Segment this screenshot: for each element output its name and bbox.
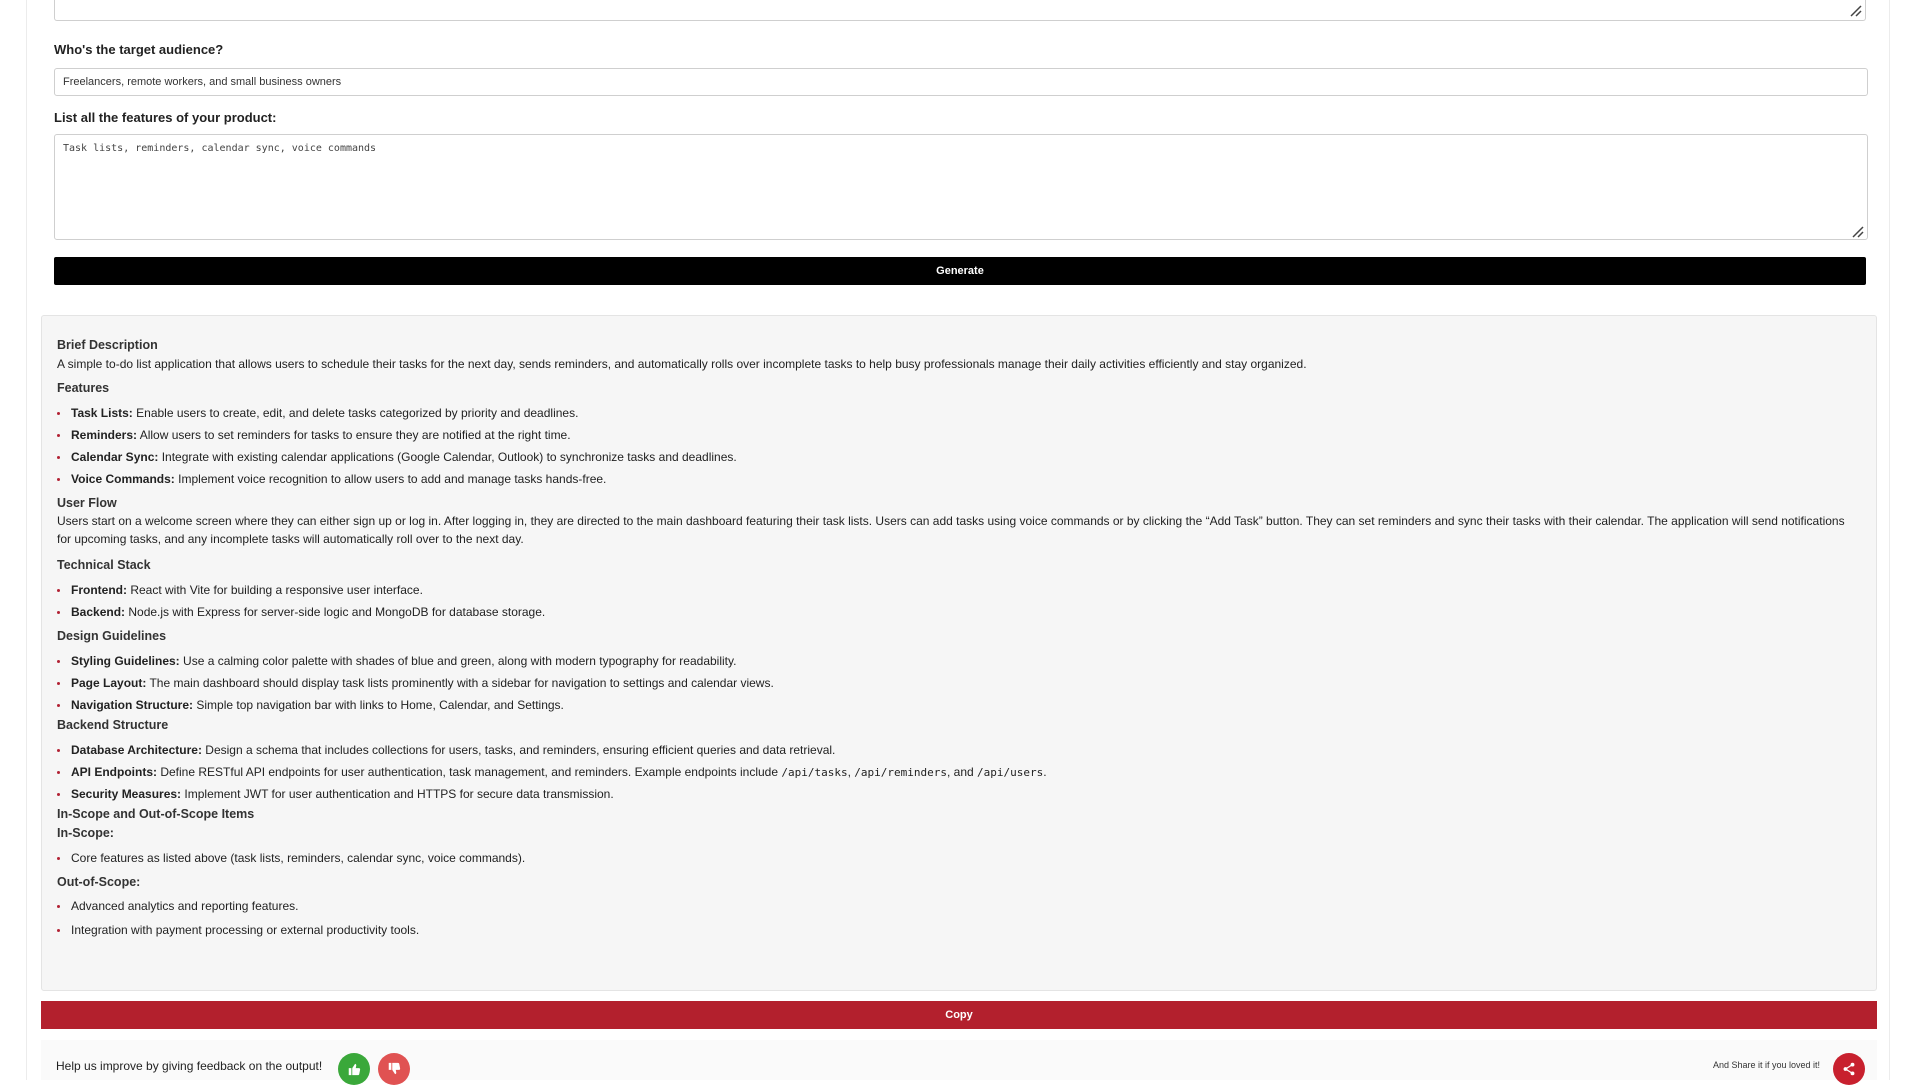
list-item: Task Lists: Enable users to create, edit… [57, 404, 1861, 422]
generate-button[interactable]: Generate [54, 257, 1866, 285]
list-item: Core features as listed above (task list… [57, 849, 1861, 867]
thumbs-down-icon [388, 1062, 401, 1075]
item-text: The main dashboard should display task l… [146, 675, 774, 690]
in-scope-label: In-Scope: [57, 825, 114, 840]
endpoint-code: /api/reminders [854, 765, 947, 779]
item-term: Reminders: [71, 427, 138, 442]
share-prompt: And Share it if you loved it! [1712, 1060, 1820, 1070]
features-textarea[interactable]: Task lists, reminders, calendar sync, vo… [54, 134, 1868, 240]
list-item: Calendar Sync: Integrate with existing c… [57, 448, 1861, 466]
item-term: Security Measures: [71, 787, 182, 801]
out-scope-list: Advanced analytics and reporting feature… [57, 897, 1861, 939]
features-list: Task Lists: Enable users to create, edit… [57, 404, 1861, 488]
item-term: Voice Commands: [71, 471, 175, 486]
list-item: Frontend: React with Vite for building a… [57, 581, 1861, 599]
list-item: Navigation Structure: Simple top navigat… [57, 696, 1861, 714]
brief-text: A simple to-do list application that all… [57, 356, 1307, 371]
endpoint-code: /api/tasks [781, 765, 848, 779]
item-term: Task Lists: [71, 405, 133, 420]
item-term: Page Layout: [71, 675, 147, 690]
item-term: Database Architecture: [71, 742, 202, 757]
share-icon [1843, 1062, 1855, 1076]
item-text: Node.js with Express for server-side log… [125, 605, 546, 619]
endpoint-code: /api/users [977, 765, 1044, 779]
backend-heading: Backend Structure [57, 717, 169, 732]
list-item: Advanced analytics and reporting feature… [57, 897, 1861, 915]
features-textarea-wrap: Task lists, reminders, calendar sync, vo… [54, 134, 1868, 240]
design-list: Styling Guidelines: Use a calming color … [57, 652, 1861, 714]
share-button[interactable] [1833, 1053, 1865, 1085]
stack-list: Frontend: React with Vite for building a… [57, 581, 1861, 621]
item-text: . [1043, 764, 1047, 779]
item-text: Simple top navigation bar with links to … [193, 697, 564, 712]
item-text: Define RESTful API endpoints for user au… [157, 764, 782, 779]
scope-heading: In-Scope and Out-of-Scope Items [57, 807, 255, 821]
list-item: Page Layout: The main dashboard should d… [57, 674, 1861, 692]
previous-textarea[interactable] [54, 0, 1866, 21]
list-item: Security Measures: Implement JWT for use… [57, 785, 1861, 803]
feedback-prompt: Help us improve by giving feedback on th… [56, 1059, 323, 1073]
like-button[interactable] [338, 1053, 370, 1085]
item-term: Backend: [71, 605, 126, 619]
item-text: Allow users to set reminders for tasks t… [137, 427, 571, 442]
item-text: Enable users to create, edit, and delete… [132, 405, 579, 420]
list-item: API Endpoints: Define RESTful API endpoi… [57, 763, 1861, 782]
flow-heading: User Flow [57, 495, 117, 510]
list-item: Reminders: Allow users to set reminders … [57, 426, 1861, 444]
dislike-button[interactable] [378, 1053, 410, 1085]
item-text: React with Vite for building a responsiv… [127, 583, 423, 597]
in-scope-list: Core features as listed above (task list… [57, 849, 1861, 867]
item-term: API Endpoints: [71, 764, 157, 779]
audience-input[interactable] [54, 68, 1868, 96]
item-term: Frontend: [71, 583, 127, 597]
resize-grip-icon[interactable] [1852, 226, 1864, 238]
features-heading: Features [57, 380, 110, 395]
item-term: Navigation Structure: [71, 697, 194, 712]
list-item: Integration with payment processing or e… [57, 921, 1861, 939]
thumbs-up-icon [348, 1063, 361, 1076]
backend-list: Database Architecture: Design a schema t… [57, 741, 1861, 804]
out-scope-label: Out-of-Scope: [57, 874, 141, 889]
audience-label: Who's the target audience? [54, 42, 224, 57]
list-item: Voice Commands: Implement voice recognit… [57, 470, 1861, 488]
item-text: Integrate with existing calendar applica… [158, 449, 737, 464]
item-text: Design a schema that includes collection… [201, 742, 836, 757]
item-text: Implement voice recognition to allow use… [174, 471, 607, 486]
list-item: Database Architecture: Design a schema t… [57, 741, 1861, 759]
list-item: Backend: Node.js with Express for server… [57, 603, 1861, 621]
resize-grip-icon[interactable] [1850, 5, 1862, 17]
list-item: Styling Guidelines: Use a calming color … [57, 652, 1861, 670]
item-term: Calendar Sync: [71, 449, 159, 464]
feedback-bar: Help us improve by giving feedback on th… [41, 1040, 1877, 1085]
item-text: , and [946, 764, 978, 779]
copy-button[interactable]: Copy [41, 1001, 1877, 1029]
item-text: Implement JWT for user authentication an… [181, 787, 614, 801]
flow-text: Users start on a welcome screen where th… [57, 514, 1845, 547]
output-panel: Brief Description A simple to-do list ap… [41, 315, 1877, 991]
features-label: List all the features of your product: [54, 110, 277, 125]
item-term: Styling Guidelines: [71, 653, 180, 668]
stack-heading: Technical Stack [57, 558, 151, 573]
item-text: Use a calming color palette with shades … [179, 653, 737, 668]
design-heading: Design Guidelines [57, 629, 167, 643]
brief-heading: Brief Description [57, 338, 158, 352]
